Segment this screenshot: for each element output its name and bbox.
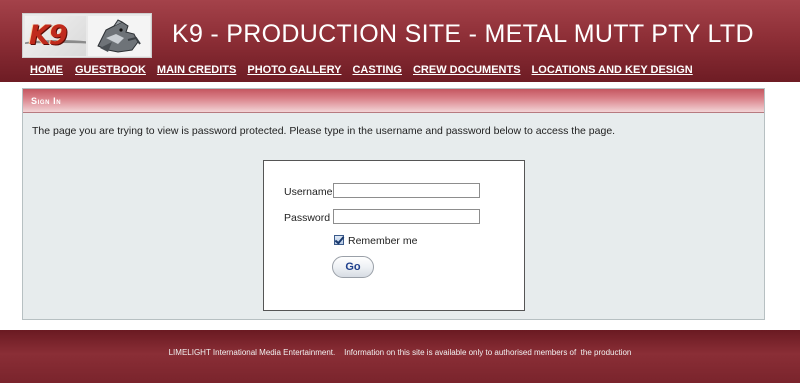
- nav-item-photo-gallery[interactable]: PHOTO GALLERY: [247, 64, 341, 78]
- site-logo[interactable]: K9: [22, 13, 152, 58]
- nav-item-home[interactable]: HOME: [30, 64, 63, 78]
- sign-in-panel: Sign In The page you are trying to view …: [22, 88, 765, 320]
- nav-item-crew-documents[interactable]: CREW DOCUMENTS: [413, 64, 521, 78]
- nav-item-guestbook[interactable]: GUESTBOOK: [75, 64, 146, 78]
- main-nav: HOME GUESTBOOK MAIN CREDITS PHOTO GALLER…: [30, 64, 693, 78]
- password-label: Password: [284, 212, 331, 224]
- go-button[interactable]: Go: [332, 256, 374, 278]
- site-footer: LIMELIGHT International Media Entertainm…: [0, 330, 800, 383]
- site-title: K9 - PRODUCTION SITE - METAL MUTT PTY LT…: [172, 20, 754, 48]
- footer-text: LIMELIGHT International Media Entertainm…: [168, 348, 632, 357]
- password-field[interactable]: [333, 209, 480, 224]
- site-header: K9 K9 - PRODUCTION SITE - METAL MUTT PTY…: [0, 0, 800, 82]
- nav-item-locations-and-key-design[interactable]: LOCATIONS AND KEY DESIGN: [532, 64, 693, 78]
- remember-me-label[interactable]: Remember me: [348, 235, 417, 247]
- logo-text: K9: [29, 20, 68, 51]
- remember-me-checkbox[interactable]: [334, 235, 344, 245]
- nav-item-casting[interactable]: CASTING: [352, 64, 402, 78]
- panel-header: Sign In: [23, 89, 764, 113]
- nav-item-main-credits[interactable]: MAIN CREDITS: [157, 64, 236, 78]
- panel-heading: Sign In: [31, 96, 62, 106]
- metal-dog-icon: [88, 16, 150, 56]
- username-label: Username: [284, 186, 333, 198]
- password-protected-message: The page you are trying to view is passw…: [32, 125, 616, 137]
- login-form: Username Password Remember me Go: [263, 160, 525, 311]
- username-field[interactable]: [333, 183, 480, 198]
- k9-logo: K9: [25, 16, 86, 56]
